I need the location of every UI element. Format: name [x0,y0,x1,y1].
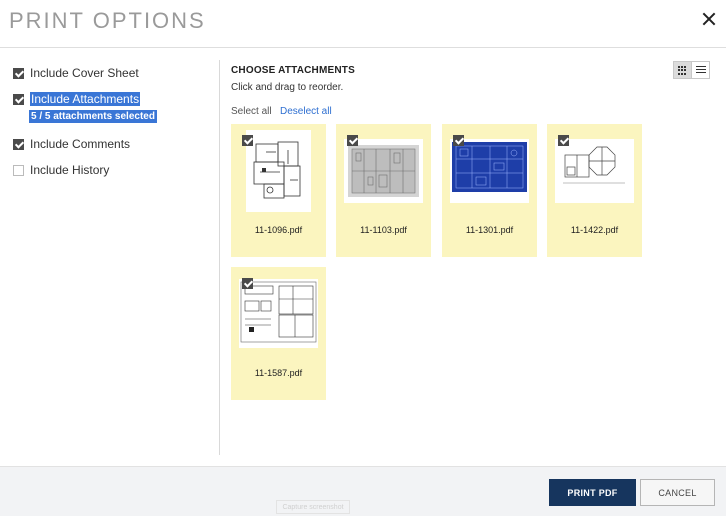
attachment-card[interactable]: 11-1301.pdf [442,124,537,257]
attachment-thumbnail [246,130,311,212]
checkbox-history[interactable] [13,164,24,176]
option-label: Include Attachments [30,92,141,106]
attachment-checkbox[interactable] [242,135,253,146]
option-label: Include Comments [30,137,131,151]
attachment-checkbox[interactable] [453,135,464,146]
cancel-button[interactable]: CANCEL [640,479,715,506]
option-attachments[interactable]: Include Attachments [13,92,141,106]
deselect-all-link[interactable]: Deselect all [280,106,332,117]
attachments-count: 5 / 5 attachments selected [29,110,157,123]
attachment-card[interactable]: 11-1587.pdf [231,267,326,400]
option-label: Include History [30,163,110,177]
dialog-title: PRINT OPTIONS [9,8,206,33]
print-pdf-button[interactable]: PRINT PDF [549,479,636,506]
dialog-header: PRINT OPTIONS [0,0,726,48]
section-heading: CHOOSE ATTACHMENTS [231,65,355,76]
grid-view-icon [678,66,688,75]
attachment-thumbnail [450,139,529,203]
attachment-filename: 11-1103.pdf [360,225,407,235]
attachment-card[interactable]: 11-1103.pdf [336,124,431,257]
panel-divider [219,60,220,455]
option-label: Include Cover Sheet [30,66,139,80]
option-history[interactable]: Include History [13,163,109,177]
attachment-card[interactable]: 11-1096.pdf [231,124,326,257]
checkbox-cover-sheet[interactable] [13,67,24,79]
attachment-thumbnail [239,279,318,348]
attachment-thumbnail [344,139,423,203]
attachment-checkbox[interactable] [347,135,358,146]
option-cover-sheet[interactable]: Include Cover Sheet [13,66,139,80]
attachment-filename: 11-1096.pdf [254,225,303,235]
select-all-link[interactable]: Select all [231,106,272,117]
attachment-thumbnail [555,139,634,203]
attachment-card[interactable]: 11-1422.pdf [547,124,642,257]
view-toggle [673,61,710,79]
checkbox-comments[interactable] [13,138,24,150]
close-icon[interactable] [702,12,716,26]
attachment-filename: 11-1301.pdf [465,225,514,235]
attachment-checkbox[interactable] [242,278,253,289]
list-view-icon [696,66,706,75]
list-view-button[interactable] [691,62,709,78]
attachment-filename: 11-1587.pdf [254,368,303,378]
grid-view-button[interactable] [674,62,691,78]
attachment-filename: 11-1422.pdf [570,225,619,235]
reorder-hint: Click and drag to reorder. [231,82,344,93]
faint-label: Capture screenshot [276,500,350,514]
option-comments[interactable]: Include Comments [13,137,130,151]
attachment-checkbox[interactable] [558,135,569,146]
checkbox-attachments[interactable] [13,93,24,105]
